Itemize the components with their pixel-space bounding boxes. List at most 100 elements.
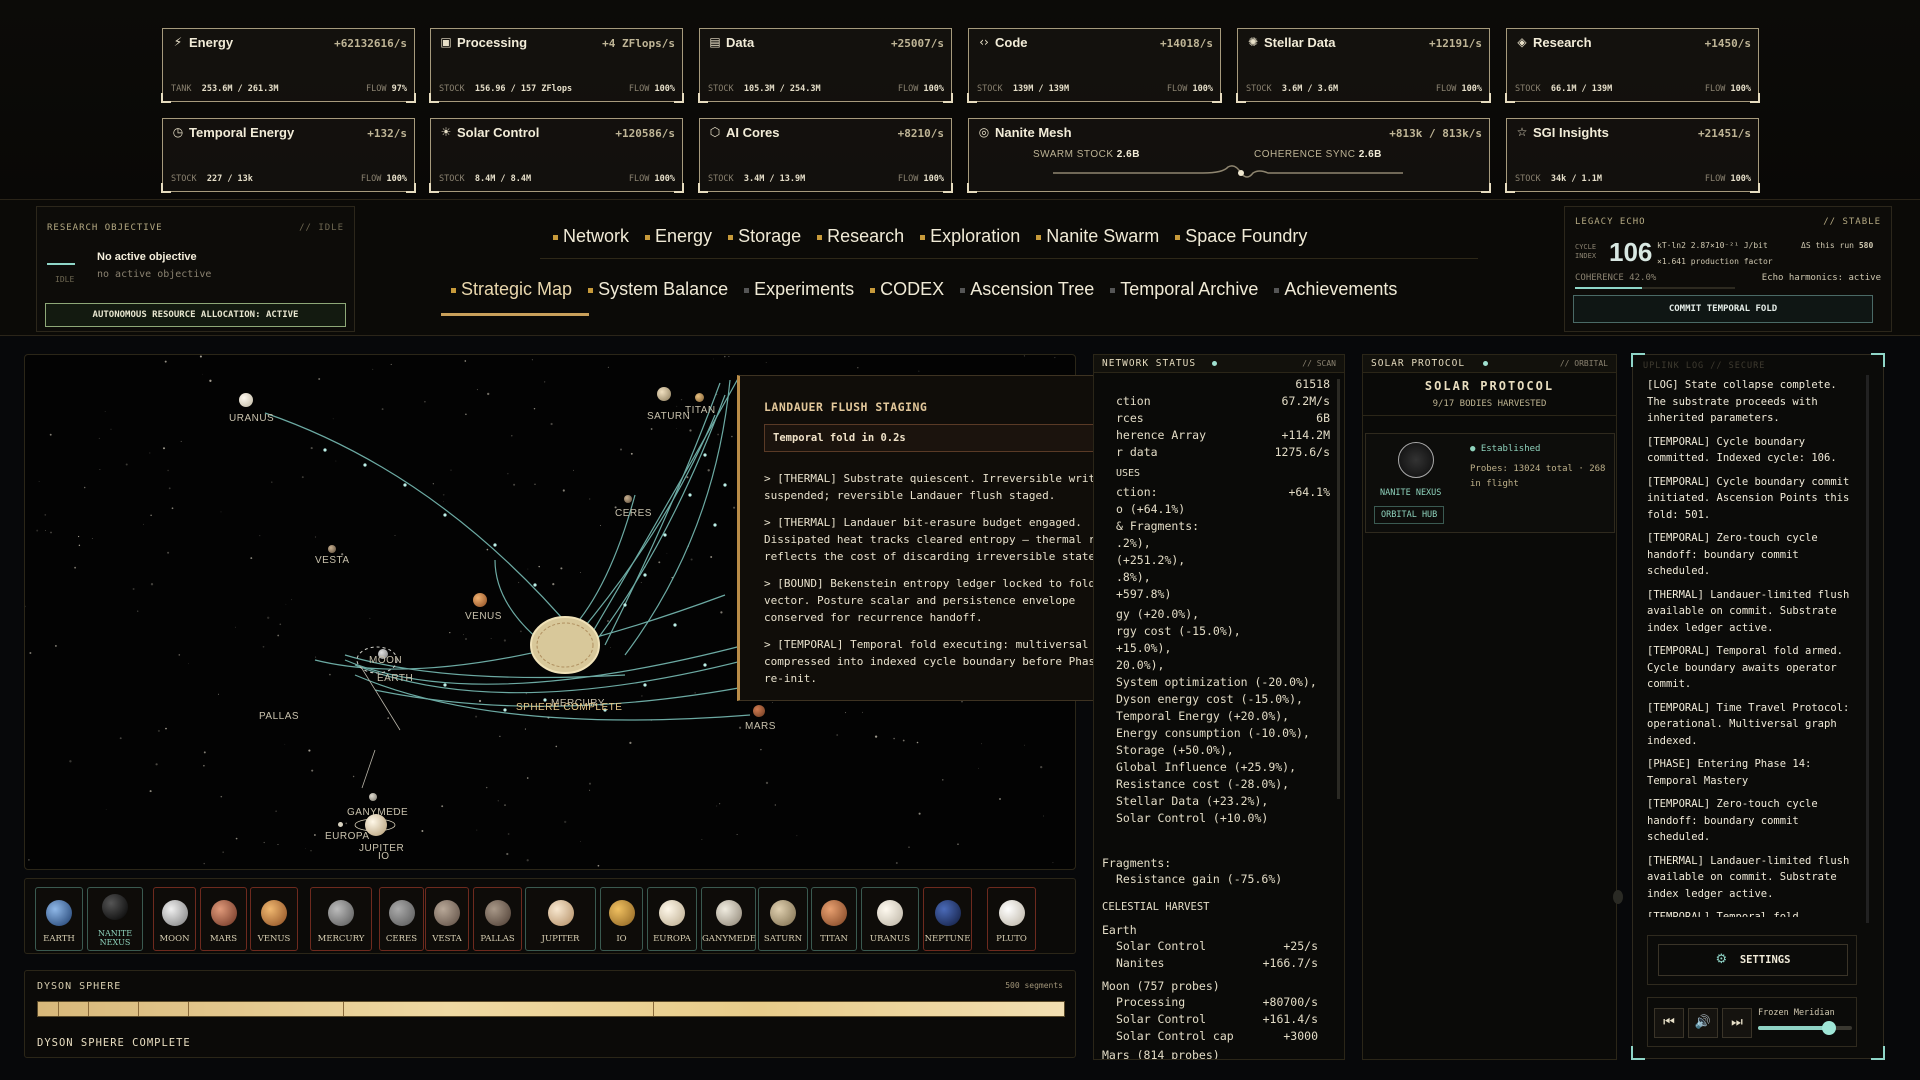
settings-box: ⚙ SETTINGS: [1647, 935, 1857, 985]
resource-card-temporal-energy[interactable]: ◷ Temporal Energy +132/s STOCK 227 / 13k FLO…: [161, 118, 416, 193]
volume-icon[interactable]: 🔊: [1688, 1008, 1718, 1038]
body-earth[interactable]: EARTH: [35, 887, 83, 951]
planet-venus[interactable]: [473, 593, 487, 607]
sun-icon: ☀: [440, 125, 452, 139]
body-venus[interactable]: VENUS: [250, 887, 298, 951]
tab-codex[interactable]: CODEX: [862, 279, 952, 300]
resource-card-stellar-data[interactable]: ✺ Stellar Data +12191/s STOCK 3.6M / 3.6M FL…: [1236, 28, 1491, 103]
stellar-icon: ✺: [1247, 35, 1259, 49]
collapse-handle[interactable]: [1613, 890, 1623, 904]
settings-button[interactable]: ⚙ SETTINGS: [1658, 944, 1848, 976]
network-line: Solar Control +25/s: [1116, 939, 1318, 953]
network-row: rces 6B: [1116, 411, 1330, 425]
resource-card-processing[interactable]: ▣ Processing +4 ZFlops/s STOCK 156.96 / 157…: [429, 28, 684, 103]
body-io[interactable]: IO: [600, 887, 643, 951]
tab-temporal-archive[interactable]: Temporal Archive: [1102, 279, 1266, 300]
tab-system-balance[interactable]: System Balance: [580, 279, 736, 300]
log-title: UPLINK LOG // SECURE: [1643, 361, 1766, 371]
tab-strategic-map[interactable]: Strategic Map: [443, 279, 580, 300]
resource-name: Nanite Mesh: [995, 125, 1072, 140]
planet-uranus[interactable]: [239, 393, 253, 407]
commit-temporal-fold-button[interactable]: COMMIT TEMPORAL FOLD: [1573, 295, 1873, 323]
body-saturn[interactable]: SATURN: [758, 887, 808, 951]
autonomous-allocation-button[interactable]: AUTONOMOUS RESOURCE ALLOCATION: ACTIVE: [45, 303, 346, 327]
body-name: VESTA: [432, 934, 462, 944]
body-nanite-nexus[interactable]: NANITE NEXUS: [87, 887, 143, 951]
body-pluto[interactable]: PLUTO: [987, 887, 1036, 951]
solar-title: SOLAR PROTOCOL: [1371, 358, 1466, 369]
body-neptune[interactable]: NEPTUNE: [923, 887, 972, 951]
volume-slider[interactable]: [1758, 1021, 1852, 1035]
planet-ceres[interactable]: [624, 495, 632, 503]
network-row: .8%),: [1116, 570, 1151, 584]
planet-europa[interactable]: [338, 822, 343, 827]
resource-card-solar-control[interactable]: ☀ Solar Control +120586/s STOCK 8.4M / 8.4M…: [429, 118, 684, 193]
tab-experiments[interactable]: Experiments: [736, 279, 862, 300]
tab-exploration[interactable]: Exploration: [912, 226, 1028, 247]
resource-name: SGI Insights: [1533, 125, 1609, 140]
planet-vesta[interactable]: [328, 545, 336, 553]
body-name: PLUTO: [996, 934, 1027, 944]
body-name: EUROPA: [653, 934, 691, 944]
map-label-venus: VENUS: [465, 611, 502, 622]
body-ceres[interactable]: CERES: [379, 887, 424, 951]
body-name: CERES: [385, 934, 418, 944]
body-moon[interactable]: MOON: [153, 887, 196, 951]
body-mercury[interactable]: MERCURY: [310, 887, 372, 951]
body-name: IO: [616, 934, 627, 944]
resource-bar: ⚡ Energy +62132616/s TANK 253.6M / 261.3M FL…: [0, 0, 1920, 200]
nanite-nexus-card[interactable]: NANITE NEXUS ● Established Probes: 13024…: [1365, 433, 1615, 533]
resource-card-ai-cores[interactable]: ⬡ AI Cores +8210/s STOCK 3.4M / 13.9M FLOW 1…: [698, 118, 953, 193]
coherence-pct: COHERENCE 42.0%: [1575, 273, 1657, 283]
planet-ganymede[interactable]: [369, 793, 377, 801]
resource-stock: STOCK 227 / 13k: [171, 174, 253, 184]
map-label-mars: MARS: [745, 721, 776, 732]
body-europa[interactable]: EUROPA: [647, 887, 697, 951]
tab-space-foundry[interactable]: Space Foundry: [1167, 226, 1315, 247]
tab-storage[interactable]: Storage: [720, 226, 809, 247]
objective-title: No active objective: [97, 251, 197, 263]
resource-rate: +14018/s: [1160, 37, 1213, 50]
resource-card-energy[interactable]: ⚡ Energy +62132616/s TANK 253.6M / 261.3M FL…: [161, 28, 416, 103]
network-line: Mars (814 probes): [1102, 1048, 1220, 1060]
resource-card-nanite-mesh[interactable]: ◎ Nanite Mesh +813k / 813k/s SWARM STOCK…: [967, 118, 1491, 193]
tab-ascension-tree[interactable]: Ascension Tree: [952, 279, 1102, 300]
body-orb-icon: [434, 900, 460, 926]
tab-network[interactable]: Network: [545, 226, 637, 247]
tab-research[interactable]: Research: [809, 226, 912, 247]
body-orb-icon: [547, 900, 574, 926]
tab-achievements[interactable]: Achievements: [1266, 279, 1405, 300]
orbital-hub-button[interactable]: ORBITAL HUB: [1374, 506, 1445, 524]
resource-card-code[interactable]: ‹› Code +14018/s STOCK 139M / 139M FLOW 100%: [967, 28, 1222, 103]
log-entry: [TEMPORAL] Cycle boundary commit initiat…: [1647, 475, 1850, 521]
resource-rate: +12191/s: [1429, 37, 1482, 50]
body-name: TITAN: [820, 934, 848, 944]
resource-card-data[interactable]: ▤ Data +25007/s STOCK 105.3M / 254.3M FLOW 1…: [698, 28, 953, 103]
body-pallas[interactable]: PALLAS: [473, 887, 522, 951]
body-titan[interactable]: TITAN: [811, 887, 857, 951]
network-row: +597.8%): [1116, 587, 1172, 601]
tab-nanite-swarm[interactable]: Nanite Swarm: [1028, 226, 1167, 247]
network-row: Stellar Data (+23.2%),: [1116, 794, 1269, 808]
resource-name: AI Cores: [726, 125, 780, 140]
body-ganymede[interactable]: GANYMEDE: [701, 887, 756, 951]
network-row: Dyson energy cost (-15.0%),: [1116, 692, 1303, 706]
resource-name: Solar Control: [457, 125, 540, 140]
resource-rate: +8210/s: [897, 127, 944, 140]
clock-icon: ◷: [172, 125, 184, 139]
planet-saturn[interactable]: [657, 387, 671, 401]
tab-energy[interactable]: Energy: [637, 226, 720, 247]
solar-status: // ORBITAL: [1559, 359, 1608, 368]
previous-track-button[interactable]: ⏮: [1654, 1008, 1684, 1038]
planet-mars[interactable]: [753, 705, 765, 717]
body-mars[interactable]: MARS: [200, 887, 247, 951]
resource-card-sgi-insights[interactable]: ☆ SGI Insights +21451/s STOCK 34k / 1.1M FLO…: [1505, 118, 1760, 193]
network-row: .2%),: [1116, 536, 1151, 550]
body-vesta[interactable]: VESTA: [425, 887, 469, 951]
planet-titan[interactable]: [695, 393, 704, 402]
body-uranus[interactable]: URANUS: [861, 887, 919, 951]
body-jupiter[interactable]: JUPITER: [525, 887, 596, 951]
next-track-button[interactable]: ⏭: [1722, 1008, 1752, 1038]
volume-slider-knob[interactable]: [1821, 1021, 1836, 1035]
resource-card-research[interactable]: ◈ Research +1450/s STOCK 66.1M / 139M FLOW 1…: [1505, 28, 1760, 103]
